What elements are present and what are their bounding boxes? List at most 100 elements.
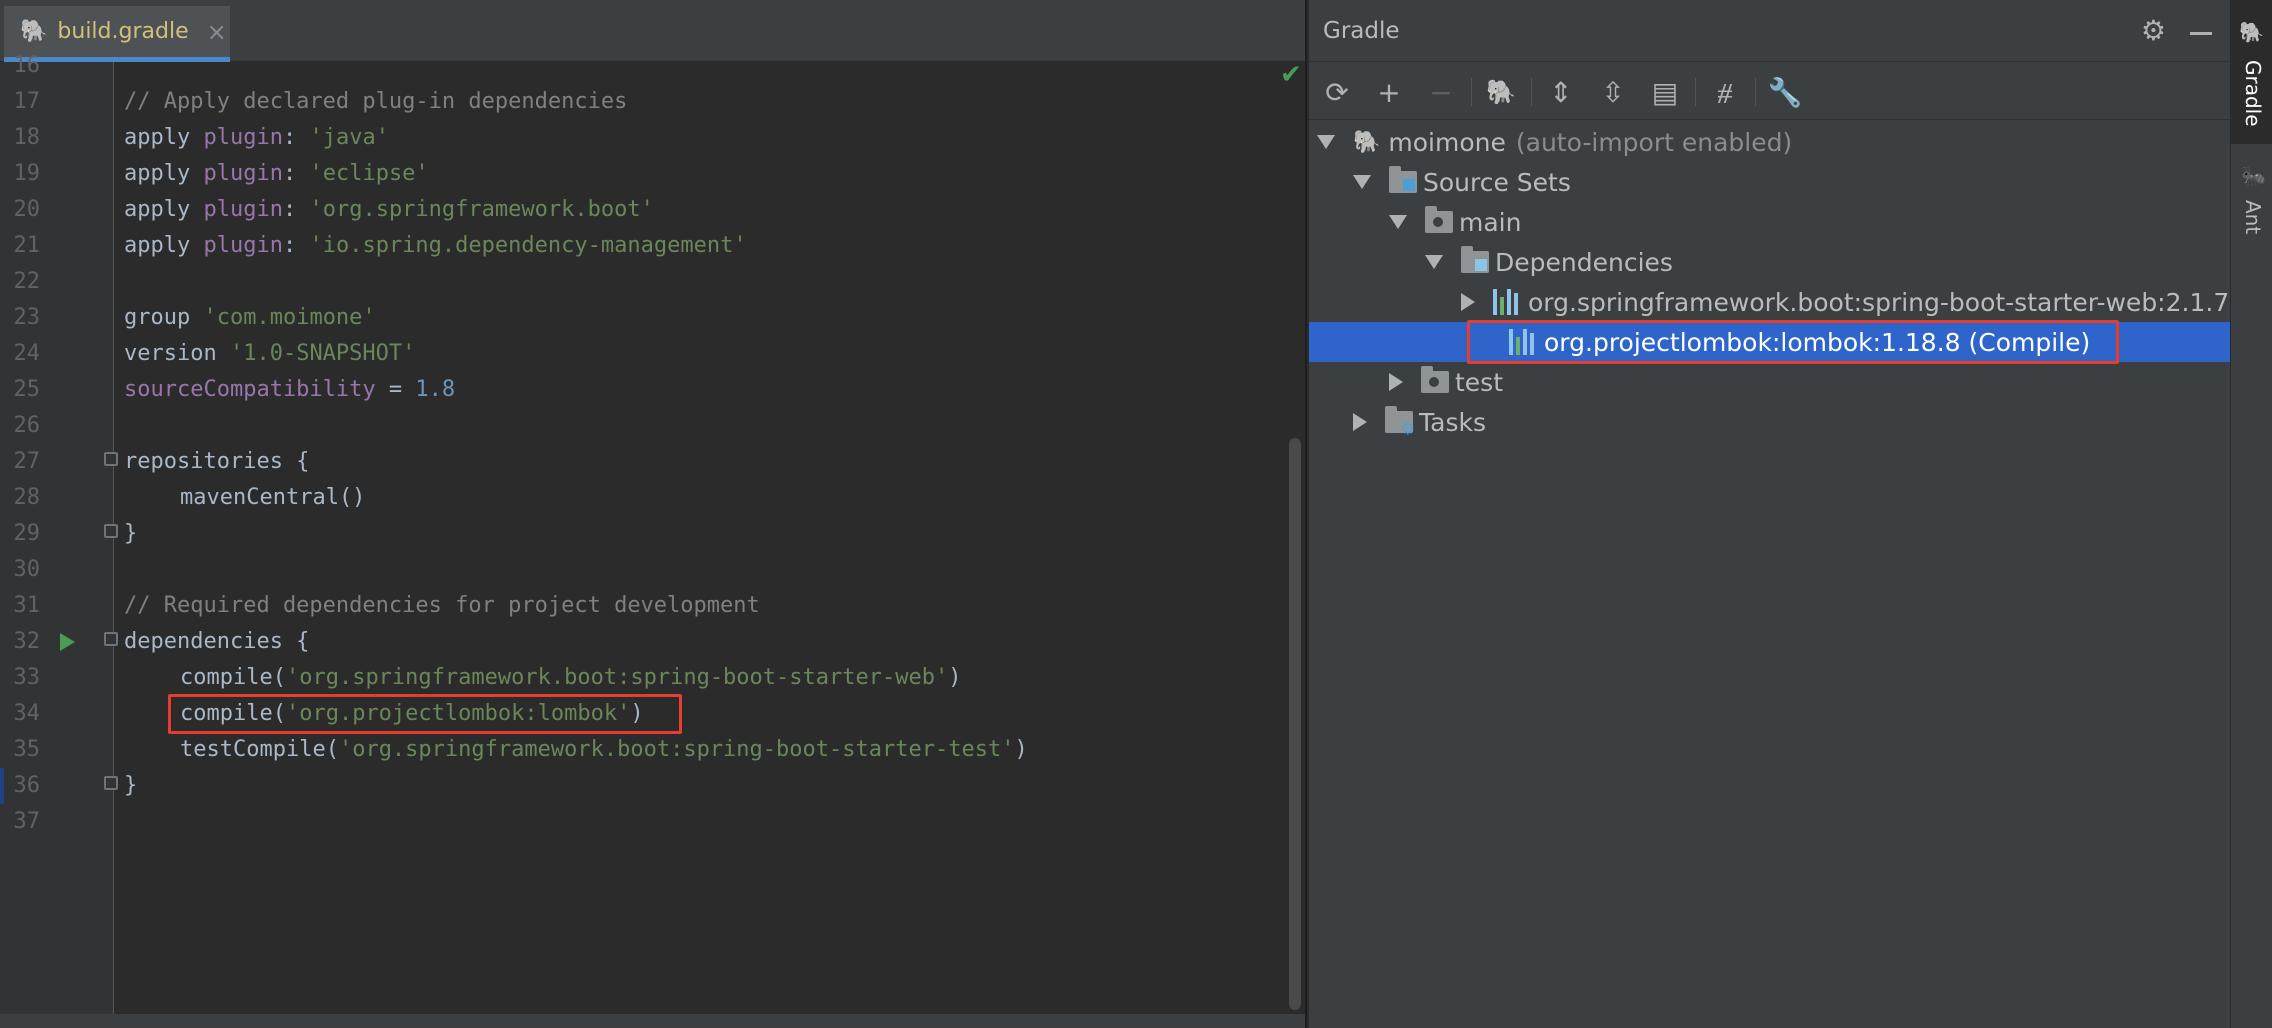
line-number: 20 bbox=[13, 197, 41, 222]
remove-icon: − bbox=[1429, 75, 1453, 109]
code-line: apply plugin: 'java' bbox=[124, 125, 389, 150]
code-line: dependencies { bbox=[124, 629, 310, 654]
fold-marker-icon[interactable] bbox=[104, 524, 118, 538]
tree-node-test[interactable]: test bbox=[1309, 362, 2230, 402]
line-number: 24 bbox=[13, 341, 41, 366]
gear-icon[interactable]: ⚙ bbox=[2141, 14, 2166, 47]
editor-scrollbar[interactable] bbox=[1289, 438, 1301, 1010]
source-set-folder-icon bbox=[1425, 206, 1453, 233]
collapsed-arrow-icon[interactable] bbox=[1353, 413, 1367, 431]
right-tool-strip: 🐘 Gradle 🐜 Ant bbox=[2230, 0, 2272, 1028]
editor-tab-bar: 🐘 build.gradle × bbox=[0, 0, 1305, 62]
inspection-ok-icon[interactable]: ✔ bbox=[1280, 60, 1302, 90]
source-sets-folder-icon bbox=[1389, 166, 1417, 193]
gradle-panel-title: Gradle bbox=[1323, 17, 1400, 44]
line-number: 30 bbox=[13, 557, 41, 582]
side-tab-gradle[interactable]: 🐘 Gradle bbox=[2231, 0, 2272, 144]
line-number: 23 bbox=[13, 305, 41, 330]
collapse-all-icon[interactable]: ⇳ bbox=[1593, 72, 1633, 112]
expand-arrow-icon[interactable] bbox=[1425, 255, 1443, 269]
side-tab-label: Gradle bbox=[2241, 60, 2265, 127]
library-icon bbox=[1493, 289, 1518, 315]
fold-marker-icon[interactable] bbox=[104, 452, 118, 466]
tree-node-dependency[interactable]: org.springframework.boot:spring-boot-sta… bbox=[1309, 282, 2230, 322]
line-number: 18 bbox=[13, 125, 41, 150]
code-line: compile('org.springframework.boot:spring… bbox=[180, 665, 962, 690]
gradle-header: Gradle ⚙ bbox=[1309, 0, 2230, 62]
gradle-elephant-icon: 🐘 bbox=[2239, 20, 2264, 44]
collapsed-arrow-icon[interactable] bbox=[1389, 373, 1403, 391]
execute-task-icon[interactable]: 🐘 bbox=[1481, 72, 1521, 112]
fold-marker-icon[interactable] bbox=[104, 632, 118, 646]
fold-marker-icon[interactable] bbox=[104, 776, 118, 790]
settings-wrench-icon[interactable]: 🔧 bbox=[1765, 72, 1805, 112]
line-number: 19 bbox=[13, 161, 41, 186]
tree-node-tasks[interactable]: ⚙ Tasks bbox=[1309, 402, 2230, 442]
change-marker bbox=[0, 768, 4, 804]
toggle-offline-icon[interactable]: ⧣ bbox=[1705, 72, 1745, 112]
gradle-elephant-icon: 🐘 bbox=[1353, 129, 1381, 155]
highlight-box bbox=[168, 694, 682, 734]
ide-window: 🐘 build.gradle × 16 17 18 19 20 21 22 23… bbox=[0, 0, 2272, 1028]
code-line: version '1.0-SNAPSHOT' bbox=[124, 341, 416, 366]
minimize-icon[interactable] bbox=[2190, 32, 2212, 35]
close-icon[interactable]: × bbox=[207, 18, 227, 46]
line-number: 33 bbox=[13, 665, 41, 690]
expand-arrow-icon[interactable] bbox=[1389, 215, 1407, 229]
code-line: apply plugin: 'eclipse' bbox=[124, 161, 429, 186]
side-tab-label: Ant bbox=[2241, 200, 2265, 235]
line-number: 34 bbox=[13, 701, 41, 726]
line-number: 22 bbox=[13, 269, 41, 294]
expand-all-icon[interactable]: ⇕ bbox=[1541, 72, 1581, 112]
code-line: repositories { bbox=[124, 449, 310, 474]
line-number: 32 bbox=[13, 629, 41, 654]
code-line: apply plugin: 'org.springframework.boot' bbox=[124, 197, 654, 222]
dependencies-folder-icon bbox=[1461, 246, 1489, 273]
code-line: group 'com.moimone' bbox=[124, 305, 376, 330]
line-number: 16 bbox=[13, 53, 41, 78]
line-number: 31 bbox=[13, 593, 41, 618]
line-number: 27 bbox=[13, 449, 41, 474]
line-number: 29 bbox=[13, 521, 41, 546]
code-line: sourceCompatibility = 1.8 bbox=[124, 377, 456, 402]
code-line: // Apply declared plug-in dependencies bbox=[124, 89, 628, 114]
expand-arrow-icon[interactable] bbox=[1317, 135, 1335, 149]
refresh-icon[interactable]: ⟳ bbox=[1317, 72, 1357, 112]
toolbar-separator bbox=[1531, 78, 1532, 106]
code-line: mavenCentral() bbox=[180, 485, 366, 510]
group-modules-icon[interactable]: ▤ bbox=[1645, 72, 1685, 112]
tab-label: build.gradle bbox=[57, 19, 189, 44]
line-number: 28 bbox=[13, 485, 41, 510]
code-area[interactable]: // Apply declared plug-in dependencies a… bbox=[124, 62, 1275, 1028]
code-line: // Required dependencies for project dev… bbox=[124, 593, 760, 618]
line-number: 17 bbox=[13, 89, 41, 114]
tree-node-source-sets[interactable]: Source Sets bbox=[1309, 162, 2230, 202]
code-line: } bbox=[124, 773, 138, 798]
code-line: testCompile('org.springframework.boot:sp… bbox=[180, 737, 1028, 762]
add-icon[interactable]: + bbox=[1369, 72, 1409, 112]
line-number: 25 bbox=[13, 377, 41, 402]
collapsed-arrow-icon[interactable] bbox=[1461, 293, 1475, 311]
line-number: 21 bbox=[13, 233, 41, 258]
line-number: 36 bbox=[13, 773, 41, 798]
tree-node-dependencies[interactable]: Dependencies bbox=[1309, 242, 2230, 282]
toolbar-separator bbox=[1695, 78, 1696, 106]
gradle-tool-window: Gradle ⚙ ⟳ + − 🐘 ⇕ ⇳ ▤ ⧣ 🔧 🐘 moimone (au bbox=[1309, 0, 2230, 1028]
code-line: } bbox=[124, 521, 138, 546]
tree-node-root[interactable]: 🐘 moimone (auto-import enabled) bbox=[1309, 122, 2230, 162]
line-number: 37 bbox=[13, 809, 41, 834]
toolbar-separator bbox=[1755, 78, 1756, 106]
code-line: apply plugin: 'io.spring.dependency-mana… bbox=[124, 233, 747, 258]
line-number: 35 bbox=[13, 737, 41, 762]
tree-node-main[interactable]: main bbox=[1309, 202, 2230, 242]
tasks-folder-icon: ⚙ bbox=[1385, 406, 1415, 437]
side-tab-ant[interactable]: 🐜 Ant bbox=[2231, 160, 2272, 250]
highlight-box bbox=[1467, 320, 2119, 364]
expand-arrow-icon[interactable] bbox=[1353, 175, 1371, 189]
run-gutter-icon[interactable] bbox=[60, 633, 75, 651]
gradle-elephant-icon: 🐘 bbox=[20, 19, 48, 44]
toolbar-separator bbox=[1471, 78, 1472, 106]
gradle-toolbar: ⟳ + − 🐘 ⇕ ⇳ ▤ ⧣ 🔧 bbox=[1309, 62, 2230, 120]
source-set-folder-icon bbox=[1421, 366, 1449, 393]
code-editor[interactable]: 🐘 build.gradle × 16 17 18 19 20 21 22 23… bbox=[0, 0, 1307, 1028]
